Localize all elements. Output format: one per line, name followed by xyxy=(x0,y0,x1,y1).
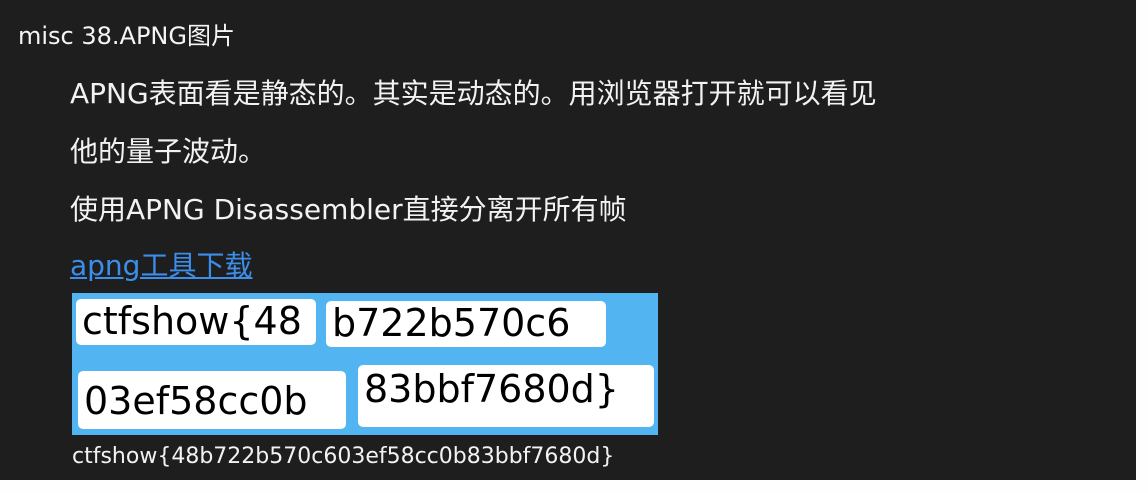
article-panel: misc 38.APNG图片 APNG表面看是静态的。其实是动态的。用浏览器打开… xyxy=(0,0,1136,480)
description-line-3: 使用APNG Disassembler直接分离开所有帧 xyxy=(70,193,627,226)
article-title: misc 38.APNG图片 xyxy=(18,22,235,50)
description-line-1: APNG表面看是静态的。其实是动态的。用浏览器打开就可以看见 xyxy=(70,77,877,110)
apng-frames-image: ctfshow{48 b722b570c6 03ef58cc0b 83bbf76… xyxy=(72,293,658,435)
frame-1-text: ctfshow{48 xyxy=(76,299,316,345)
description-line-2: 他的量子波动。 xyxy=(70,135,267,168)
frame-3-text: 03ef58cc0b xyxy=(78,371,346,429)
frame-4-text: 83bbf7680d} xyxy=(358,365,654,427)
flag-result: ctfshow{48b722b570c603ef58cc0b83bbf7680d… xyxy=(72,444,615,469)
frame-2-text: b722b570c6 xyxy=(326,301,606,347)
apng-tool-download-link[interactable]: apng工具下载 xyxy=(70,246,252,286)
